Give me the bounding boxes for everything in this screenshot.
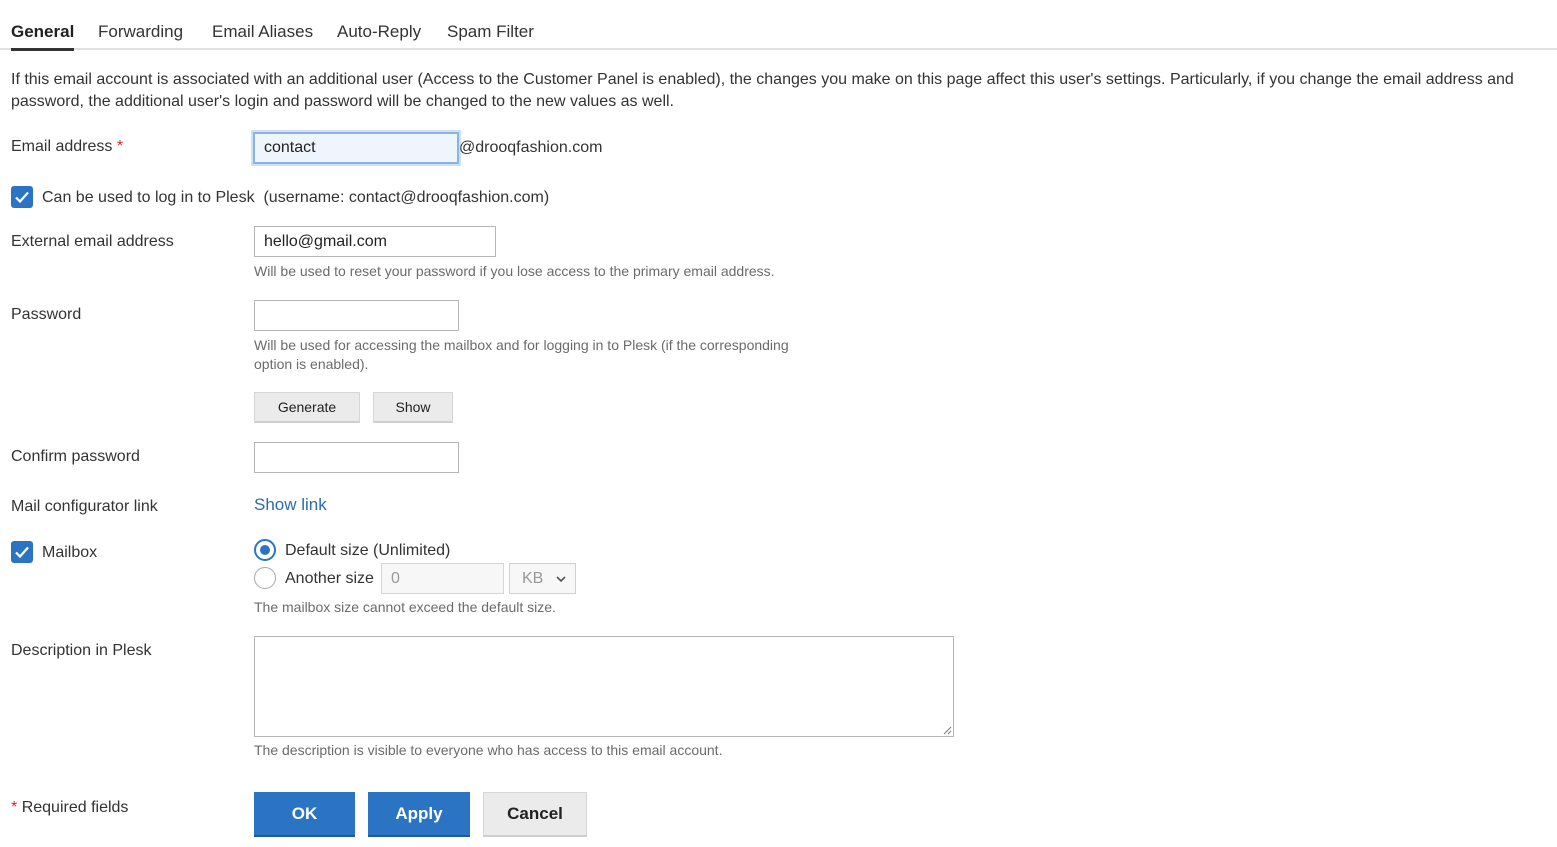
- tab-bar: General Forwarding Email Aliases Auto-Re…: [0, 0, 1557, 51]
- tab-email-aliases[interactable]: Email Aliases: [212, 22, 313, 42]
- required-asterisk: *: [11, 799, 18, 816]
- description-textarea[interactable]: [254, 636, 954, 737]
- tab-auto-reply[interactable]: Auto-Reply: [337, 22, 421, 42]
- confirm-password-input[interactable]: [254, 442, 459, 473]
- password-label: Password: [11, 306, 82, 323]
- description-label: Description in Plesk: [11, 642, 152, 659]
- external-email-label: External email address: [11, 233, 174, 250]
- account-notice: If this email account is associated with…: [11, 71, 1514, 110]
- login-checkbox[interactable]: [11, 186, 33, 208]
- required-asterisk: *: [116, 138, 124, 155]
- description-hint: The description is visible to everyone w…: [254, 742, 723, 758]
- show-password-button[interactable]: Show: [373, 392, 453, 423]
- cancel-button[interactable]: Cancel: [483, 792, 587, 837]
- apply-button[interactable]: Apply: [368, 792, 470, 837]
- resize-grip-icon[interactable]: [942, 725, 952, 735]
- mailbox-label: Mailbox: [42, 544, 98, 561]
- show-link-link[interactable]: Show link: [254, 495, 327, 515]
- mailbox-unit-select[interactable]: KB: [509, 563, 576, 594]
- mailbox-size-input[interactable]: [381, 563, 504, 594]
- login-checkbox-label: Can be used to log in to Plesk (username…: [42, 189, 550, 206]
- another-size-radio[interactable]: [254, 567, 276, 589]
- login-username-note: (username: contact@drooqfashion.com): [263, 189, 550, 206]
- tab-forwarding[interactable]: Forwarding: [98, 22, 183, 42]
- mail-configurator-label: Mail configurator link: [11, 498, 158, 515]
- email-username-input[interactable]: [253, 132, 459, 164]
- required-fields-note: * Required fields: [11, 799, 129, 816]
- password-input[interactable]: [254, 300, 459, 331]
- generate-password-button[interactable]: Generate: [254, 392, 360, 423]
- password-hint-line2: option is enabled).: [254, 356, 369, 372]
- default-size-label: Default size (Unlimited): [285, 542, 451, 559]
- external-email-hint: Will be used to reset your password if y…: [254, 263, 775, 279]
- default-size-radio[interactable]: [254, 539, 276, 561]
- mailbox-hint: The mailbox size cannot exceed the defau…: [254, 599, 556, 615]
- external-email-input[interactable]: [254, 226, 496, 257]
- ok-button[interactable]: OK: [254, 792, 355, 837]
- tab-general[interactable]: General: [11, 22, 75, 51]
- email-domain-suffix: @drooqfashion.com: [459, 139, 603, 156]
- confirm-password-label: Confirm password: [11, 448, 140, 465]
- another-size-label: Another size: [285, 570, 374, 587]
- checkmark-icon: [15, 546, 29, 559]
- mailbox-checkbox[interactable]: [11, 541, 33, 563]
- chevron-down-icon: [556, 576, 566, 583]
- password-hint-line1: Will be used for accessing the mailbox a…: [254, 337, 789, 353]
- email-settings-page: General Forwarding Email Aliases Auto-Re…: [0, 0, 1557, 847]
- email-address-label: Email address *: [11, 138, 124, 155]
- tab-spam-filter[interactable]: Spam Filter: [447, 22, 534, 42]
- checkmark-icon: [15, 191, 29, 204]
